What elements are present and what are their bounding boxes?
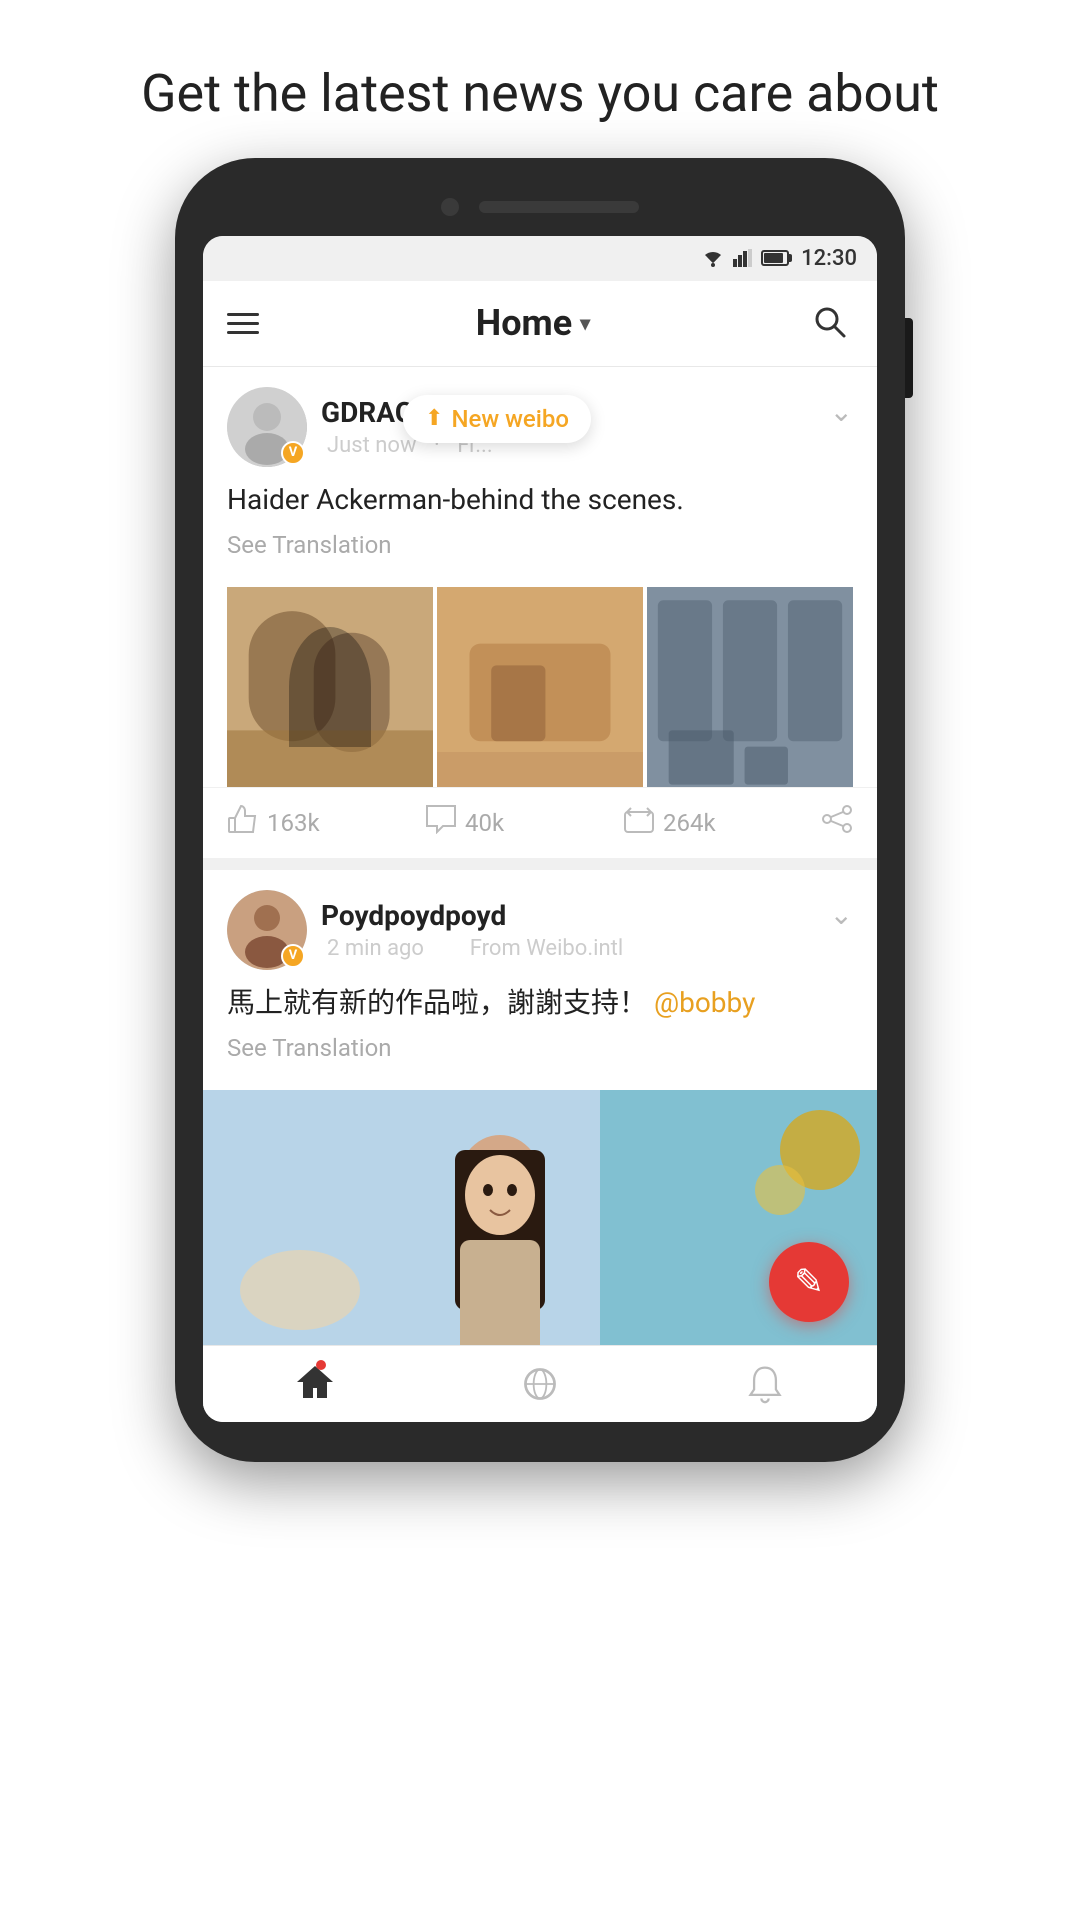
phone-frame: 12:30 Home ▾ [175,158,905,1462]
new-weibo-arrow-icon: ⬆ [425,406,443,431]
home-title-area[interactable]: Home ▾ [476,302,590,344]
post-2-see-translation[interactable]: See Translation [227,1034,853,1062]
power-button [905,318,913,398]
share-icon [821,804,853,841]
post-1-text: Haider Ackerman-behind the scenes. [227,479,853,521]
compose-icon: ✎ [794,1261,824,1303]
post-1-content: Haider Ackerman-behind the scenes. See T… [203,479,877,587]
post-2-username[interactable]: Poydpoydpoyd [321,899,629,932]
like-icon [227,804,259,842]
compose-fab-button[interactable]: ✎ [769,1242,849,1322]
post-1-repost-count: 264k [663,809,716,837]
post-1-see-translation[interactable]: See Translation [227,531,853,559]
phone-top-notch [203,198,877,216]
post-1-chevron[interactable]: ⌄ [830,395,853,428]
new-weibo-tooltip[interactable]: ⬆ New weibo [403,395,591,443]
post-1-image-1[interactable] [227,587,433,787]
post-1-image-2[interactable] [437,587,643,787]
post-1-repost-action[interactable]: 264k [623,804,821,842]
post-card-2: V Poydpoydpoyd 2 min ago From Weibo.intl [203,870,877,1410]
post-1-share-action[interactable] [821,804,853,841]
post-1-actions: 163k 40k [203,787,877,858]
wifi-icon [701,249,725,267]
repost-icon [623,804,655,842]
post-2-content: 馬上就有新的作品啦，謝謝支持！ @bobby See Translation [203,982,877,1090]
post-2-avatar-wrap: V [227,890,307,970]
home-nav-icon [293,1362,337,1402]
post-1-like-count: 163k [267,809,320,837]
phone-screen: 12:30 Home ▾ [203,236,877,1422]
post-1-like-action[interactable]: 163k [227,804,425,842]
post-1-header: V GDRAGON Just now · Fr... [203,367,877,479]
search-button[interactable] [807,299,853,348]
post-2-user-info: Poydpoydpoyd 2 min ago From Weibo.intl [321,899,629,961]
post-2-header-left: V Poydpoydpoyd 2 min ago From Weibo.intl [227,890,629,970]
post-1-verified-badge: V [281,441,305,465]
status-icons [701,249,789,267]
post-2-chevron[interactable]: ⌄ [830,898,853,931]
battery-icon [761,250,789,266]
front-camera [441,198,459,216]
nav-home[interactable] [203,1362,428,1406]
new-weibo-label: New weibo [451,405,569,433]
search-icon [811,303,849,341]
post-2-meta: 2 min ago From Weibo.intl [321,936,629,961]
explore-nav-icon [518,1364,562,1404]
post-1-image-3[interactable] [647,587,853,787]
page-heading: Get the latest news you care about [0,0,1080,158]
speaker-grille [479,201,639,213]
status-time: 12:30 [801,246,857,271]
dropdown-arrow-icon: ▾ [580,311,590,335]
nav-notifications[interactable] [652,1364,877,1404]
post-2-text: 馬上就有新的作品啦，謝謝支持！ @bobby [227,982,853,1024]
signal-icon [733,249,753,267]
post-card-1: V GDRAGON Just now · Fr... [203,367,877,858]
post-2-verified-badge: V [281,944,305,968]
comment-icon [425,804,457,842]
post-1-image-grid [227,587,853,787]
post-1-comment-action[interactable]: 40k [425,804,623,842]
home-title-text: Home [476,302,572,344]
post-2-header: V Poydpoydpoyd 2 min ago From Weibo.intl [203,870,877,982]
post-2-mention[interactable]: @bobby [654,986,755,1019]
hamburger-menu-button[interactable] [227,313,259,334]
app-header: Home ▾ [203,281,877,367]
home-notification-dot [316,1360,326,1370]
phone-outer: 12:30 Home ▾ [175,158,905,1462]
notifications-nav-icon [743,1364,787,1404]
post-1-avatar-wrap: V [227,387,307,467]
bottom-navigation [203,1345,877,1422]
status-bar: 12:30 [203,236,877,281]
nav-explore[interactable] [428,1364,653,1404]
post-1-comment-count: 40k [465,809,504,837]
